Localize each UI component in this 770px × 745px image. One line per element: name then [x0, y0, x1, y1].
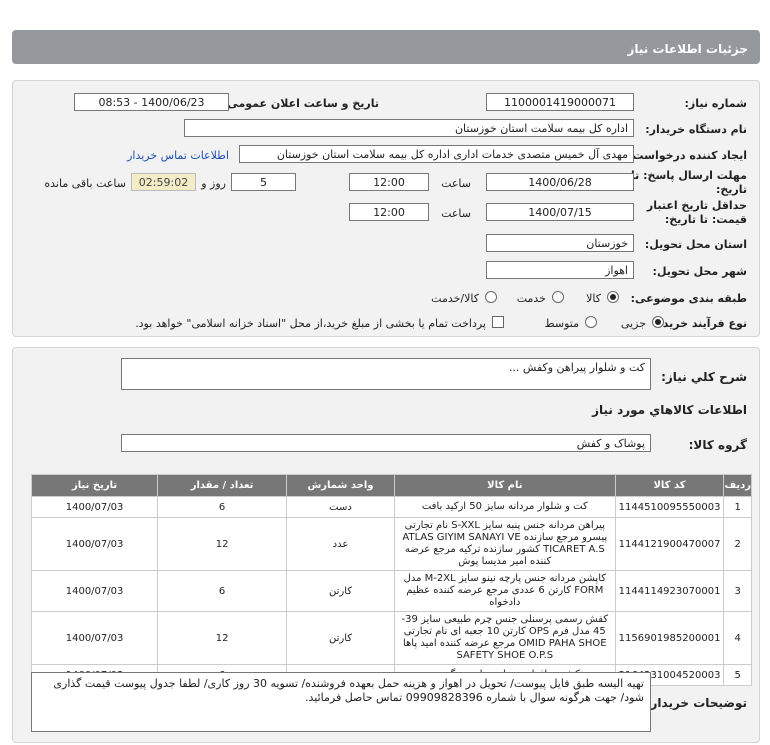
deadline-time-label: ساعت — [441, 177, 471, 190]
announce-datetime-field[interactable]: 1400/06/23 - 08:53 — [74, 93, 229, 111]
row-date: 1400/07/03 — [30, 570, 159, 612]
table-row[interactable]: 2 1144121900470007 پیراهن مردانه جنس پنب… — [30, 517, 752, 571]
deadline-time-field[interactable]: 12:00 — [349, 173, 429, 191]
days-remaining-field[interactable]: 5 — [231, 173, 296, 191]
col-unit-header: واحد شمارش — [286, 474, 395, 497]
treasury-payment-checkbox[interactable] — [492, 316, 504, 328]
treasury-payment-note: پرداخت تمام یا بخشی از مبلغ خرید،از محل … — [135, 317, 486, 330]
validity-label-line1: حداقل تاریخ اعتبار — [646, 199, 747, 212]
row-index: 4 — [723, 611, 752, 665]
deadline-label-line1: مهلت ارسال پاسخ: تا — [631, 169, 747, 182]
city-field[interactable]: اهواز — [486, 261, 634, 279]
page-header: جزئیات اطلاعات نیاز — [12, 30, 760, 64]
need-details-panel: شرح کلي نياز: کت و شلوار پیراهن وکفش ...… — [12, 347, 760, 743]
city-label: شهر محل تحویل: — [652, 265, 747, 278]
category-option-goods-service: کالا/خدمت — [431, 292, 479, 305]
row-qty: 12 — [157, 611, 288, 665]
category-radio-service[interactable] — [552, 291, 564, 303]
validity-time-field[interactable]: 12:00 — [349, 203, 429, 221]
goods-table: ردیف کد کالا نام کالا واحد شمارش تعداد /… — [30, 474, 752, 686]
row-date: 1400/07/03 — [30, 611, 159, 665]
table-row[interactable]: 4 1156901985200001 کفش رسمی پرسنلی جنس چ… — [30, 611, 752, 665]
validity-date-field[interactable]: 1400/07/15 — [486, 203, 634, 221]
col-index-header: ردیف — [723, 474, 752, 497]
col-qty-header: تعداد / مقدار — [157, 474, 288, 497]
deadline-date-field[interactable]: 1400/06/28 — [486, 173, 634, 191]
buyer-notes-label: توضیحات خریدار: — [645, 696, 747, 710]
remaining-time-field: 02:59:02 — [131, 173, 196, 191]
row-index: 3 — [723, 570, 752, 612]
province-label: استان محل تحویل: — [644, 238, 747, 251]
days-label: روز و — [201, 177, 226, 190]
requester-label: ایجاد کننده درخواست: — [628, 149, 747, 162]
summary-label: شرح کلي نياز: — [661, 370, 747, 384]
category-option-goods: کالا — [586, 292, 601, 305]
row-name: پیراهن مردانه جنس پنبه سایز S-XXL نام تج… — [393, 517, 616, 571]
row-code: 1144510095550003 — [614, 496, 725, 518]
table-row[interactable]: 3 1144114923070001 کاپشن مردانه جنس پارچ… — [30, 570, 752, 612]
remaining-time-label: ساعت باقی مانده — [44, 177, 126, 190]
row-name: کفش رسمی پرسنلی جنس چرم طبیعی سایز 39-45… — [393, 611, 616, 665]
process-radio-minor[interactable] — [652, 316, 664, 328]
category-radio-goods-service[interactable] — [485, 291, 497, 303]
row-unit: عدد — [286, 517, 395, 571]
process-radio-medium[interactable] — [585, 316, 597, 328]
row-qty: 6 — [157, 570, 288, 612]
goods-group-label: گروه کالا: — [688, 438, 747, 452]
row-unit: دست — [286, 496, 395, 518]
table-header-row: ردیف کد کالا نام کالا واحد شمارش تعداد /… — [30, 474, 752, 497]
summary-field[interactable]: کت و شلوار پیراهن وکفش ... — [121, 358, 651, 390]
row-index: 5 — [723, 664, 752, 686]
process-option-medium: متوسط — [544, 317, 579, 330]
row-date: 1400/07/03 — [30, 496, 159, 518]
row-code: 1144121900470007 — [614, 517, 725, 571]
row-code: 1156901985200001 — [614, 611, 725, 665]
process-option-minor: جزیی — [620, 317, 646, 330]
row-name: کت و شلوار مردانه سایز 50 ارکید بافت — [393, 496, 616, 518]
category-option-service: خدمت — [516, 292, 546, 305]
row-code: 1144114923070001 — [614, 570, 725, 612]
process-label: نوع فرآیند خرید : — [654, 317, 747, 330]
province-field[interactable]: خوزستان — [486, 234, 634, 252]
buyer-label: نام دستگاه خریدار: — [645, 123, 747, 136]
row-unit: کارتن — [286, 611, 395, 665]
table-row[interactable]: 1 1144510095550003 کت و شلوار مردانه سای… — [30, 496, 752, 518]
requester-field[interactable]: مهدی آل خمیس متصدی خدمات اداری اداره کل … — [239, 145, 634, 163]
row-index: 1 — [723, 496, 752, 518]
announce-label: تاریخ و ساعت اعلان عمومی: — [222, 97, 379, 110]
category-radio-goods[interactable] — [607, 291, 619, 303]
buyer-notes-field[interactable]: تهیه الیسه طبق فایل پیوست/ تحویل در اهوا… — [31, 672, 651, 732]
row-qty: 12 — [157, 517, 288, 571]
buyer-field[interactable]: اداره کل بیمه سلامت استان خوزستان — [184, 119, 634, 137]
deadline-label-line2: تاریخ: — [715, 183, 747, 196]
row-index: 2 — [723, 517, 752, 571]
col-code-header: کد کالا — [614, 474, 725, 497]
need-info-panel: شماره نیاز: 1100001419000071 تاریخ و ساع… — [12, 80, 760, 337]
col-name-header: نام کالا — [393, 474, 616, 497]
row-qty: 6 — [157, 496, 288, 518]
goods-group-field[interactable]: پوشاک و کفش — [121, 434, 651, 452]
col-date-header: تاریخ نیاز — [30, 474, 159, 497]
validity-time-label: ساعت — [441, 207, 471, 220]
need-number-label: شماره نیاز: — [684, 97, 747, 110]
buyer-contact-link[interactable]: اطلاعات تماس خریدار — [127, 149, 229, 162]
need-number-field[interactable]: 1100001419000071 — [486, 93, 634, 111]
row-date: 1400/07/03 — [30, 517, 159, 571]
goods-info-title: اطلاعات کالاهاي مورد نياز — [592, 403, 747, 417]
row-unit: کارتن — [286, 570, 395, 612]
page-title: جزئیات اطلاعات نیاز — [627, 42, 748, 56]
validity-label-line2: قیمت: تا تاریخ: — [664, 213, 747, 226]
category-label: طبقه بندی موضوعی: — [630, 292, 747, 305]
row-name: کاپشن مردانه جنس پارچه نینو سایز M-2XL م… — [393, 570, 616, 612]
